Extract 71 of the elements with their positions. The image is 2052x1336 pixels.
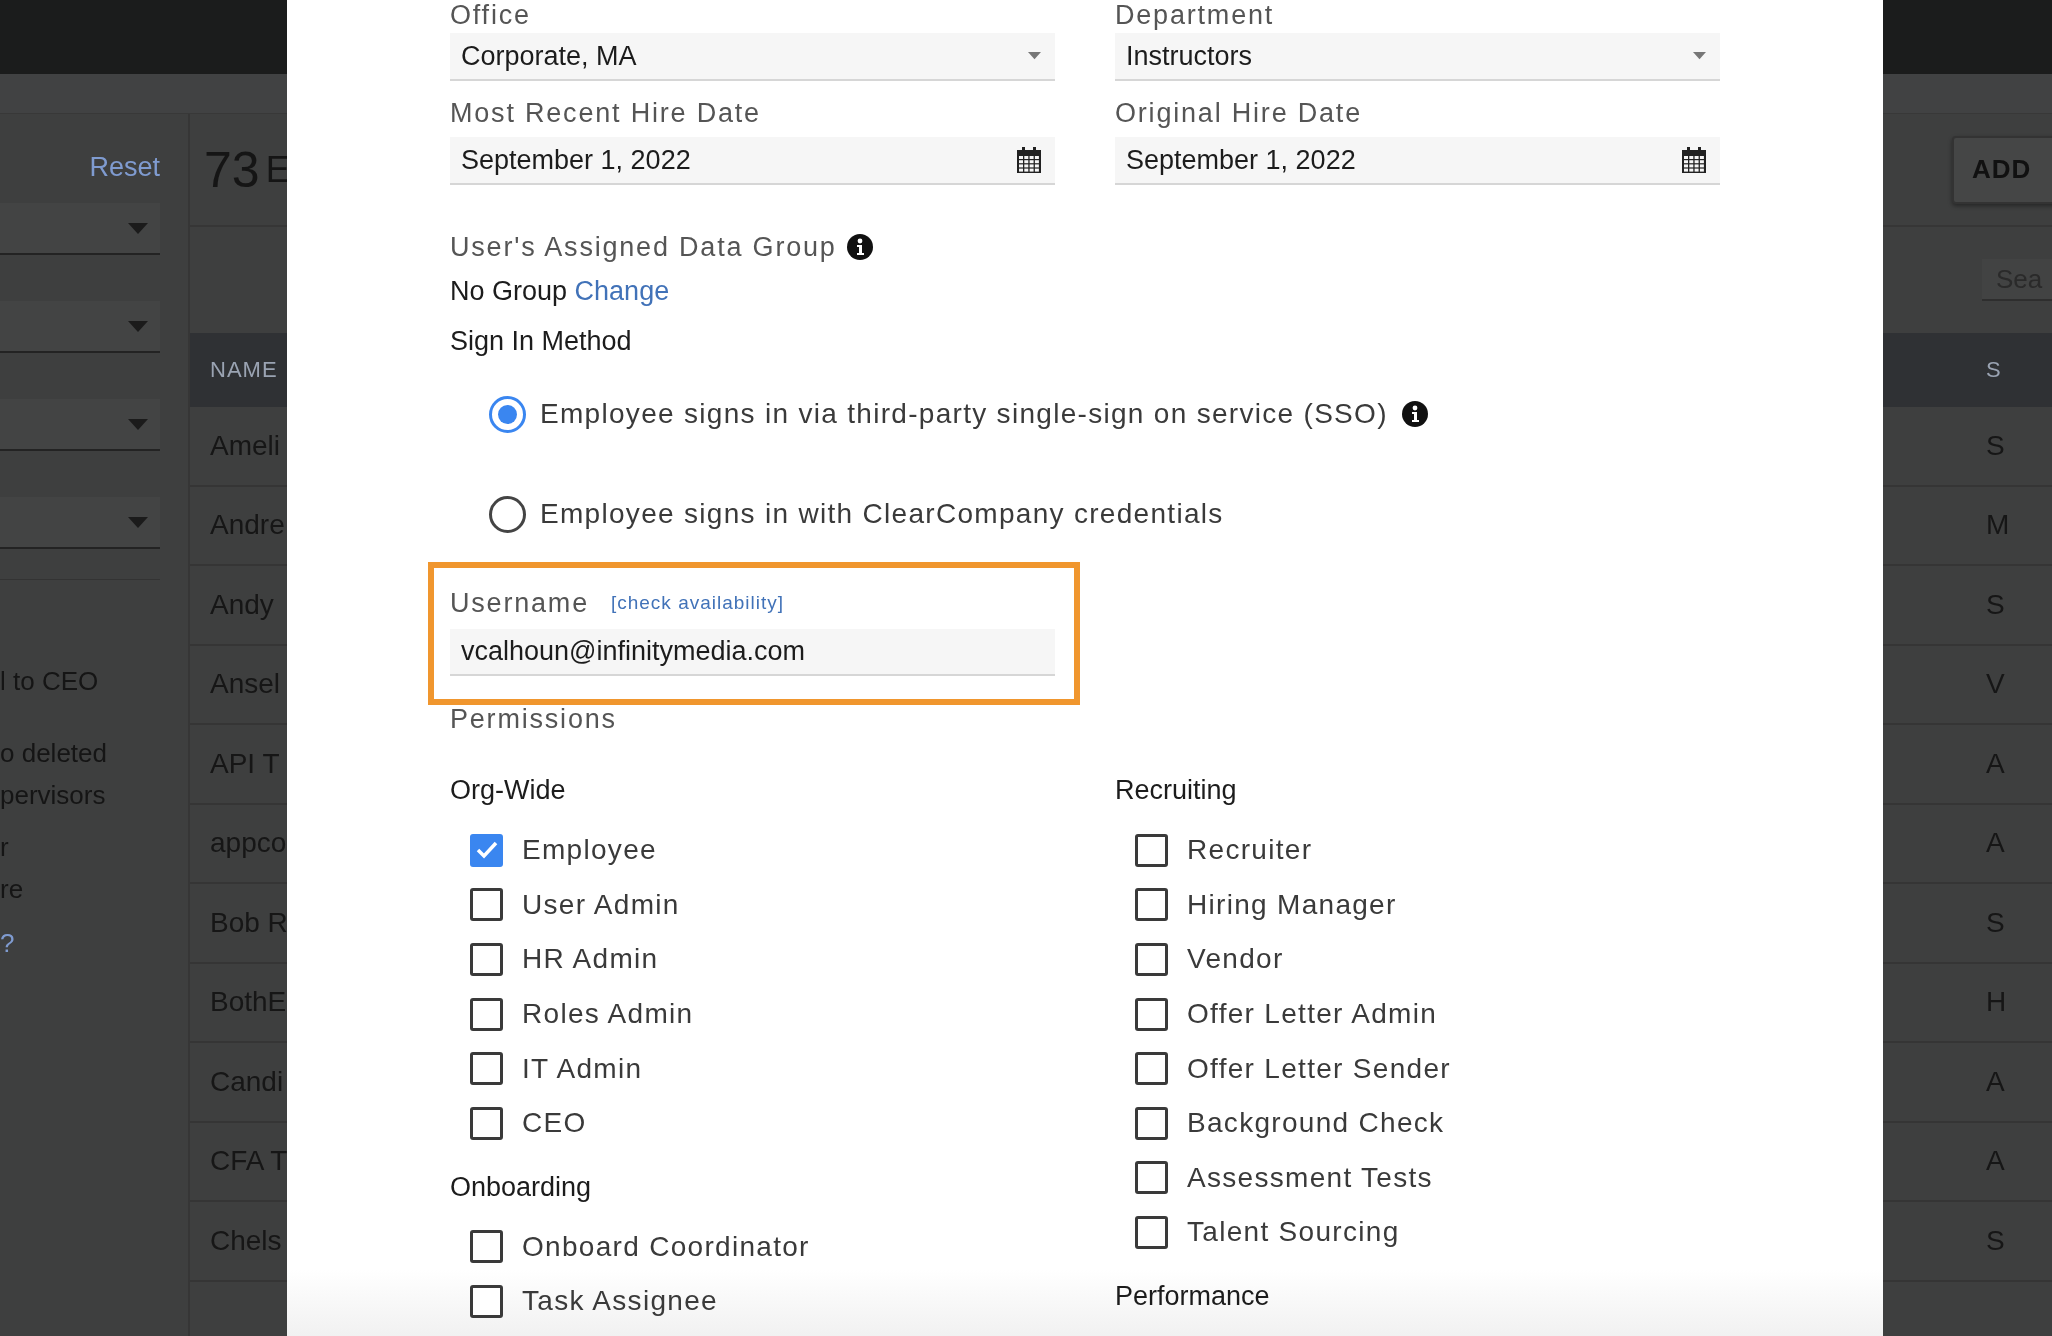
checkbox-label: Recruiter [1187,834,1313,867]
help-link[interactable]: ? [0,928,160,959]
group-heading: Onboarding [450,1170,593,1204]
change-link[interactable]: Change [574,276,670,306]
checkbox-label: Offer Letter Admin [1187,998,1438,1031]
info-icon[interactable] [1401,401,1428,427]
checkbox[interactable] [1135,1161,1168,1195]
dropdown-arrow-icon [128,222,148,234]
dropdown-arrow-icon [128,320,148,332]
field-label: Department [1115,0,1276,30]
checkbox[interactable] [470,1052,503,1086]
group-heading: Recruiting [1115,774,1238,807]
checkbox-label: Assessment Tests [1187,1161,1433,1194]
checkbox[interactable] [470,943,503,976]
username-field[interactable]: vcalhoun@infinitymedia.com [450,629,1055,676]
dropdown-arrow-icon [1028,52,1041,60]
reset-link[interactable]: Reset [89,152,160,183]
checkbox[interactable] [1135,888,1168,922]
checkbox[interactable] [470,1230,503,1264]
column-header[interactable]: S [1986,357,2002,383]
select-field[interactable]: Corporate, MA [450,33,1055,81]
checkbox-label: Talent Sourcing [1187,1216,1400,1249]
checkbox[interactable] [1135,997,1168,1031]
column-header[interactable]: NAME [210,357,278,383]
checkbox-label: HR Admin [522,943,659,976]
checkbox-label: User Admin [522,888,680,921]
checkbox-label: Roles Admin [522,998,694,1031]
radio-button[interactable] [489,495,526,533]
checkbox-label: Offer Letter Sender [1187,1052,1451,1085]
checkbox[interactable] [470,1284,503,1318]
checkbox[interactable] [1135,833,1168,867]
calendar-icon [1017,147,1041,173]
checkbox[interactable] [1135,1215,1168,1249]
checkbox[interactable] [1135,943,1168,976]
checkbox[interactable] [1135,1052,1168,1086]
checkbox-label: Vendor [1187,943,1284,976]
field-label: Office [450,0,532,30]
field-label: Username [450,587,589,620]
checkbox-label: Background Check [1187,1107,1445,1140]
date-field[interactable]: September 1, 2022 [450,137,1055,185]
checkbox-label: Employee [522,834,657,867]
section-label: Sign In Method [450,325,633,358]
info-icon[interactable] [846,234,873,260]
checkbox-label: IT Admin [522,1052,643,1085]
checkbox[interactable] [1135,1106,1168,1140]
calendar-icon [1682,147,1706,173]
checkbox[interactable] [470,833,503,867]
group-heading: Performance [1115,1279,1271,1313]
group-heading: Org-Wide [450,774,567,807]
checkbox-label: CEO [522,1107,587,1140]
dropdown-arrow-icon [128,516,148,528]
data-group-text: No Group Change [450,275,671,308]
field-label: User's Assigned Data Group [450,231,837,264]
date-field[interactable]: September 1, 2022 [1115,137,1720,185]
check-availability-link[interactable]: [check availability] [610,586,785,620]
radio-label: Employee signs in with ClearCompany credentials [540,498,1224,530]
checkbox-label: Hiring Manager [1187,888,1397,921]
checkbox[interactable] [470,888,503,922]
radio-button[interactable] [489,395,526,433]
dropdown-arrow-icon [1693,52,1706,60]
checkbox[interactable] [470,997,503,1031]
field-label: Original Hire Date [1115,97,1363,130]
dropdown-arrow-icon [128,418,148,430]
field-label: Most Recent Hire Date [450,97,762,130]
checkbox-label: Task Assignee [522,1285,718,1318]
select-field[interactable]: Instructors [1115,33,1720,81]
checkbox[interactable] [470,1106,503,1140]
section-label: Permissions [450,703,618,736]
radio-label: Employee signs in via third-party single-sign on service (SSO) [540,398,1388,430]
checkmark-icon [475,841,498,860]
checkbox-label: Onboard Coordinator [522,1230,810,1263]
